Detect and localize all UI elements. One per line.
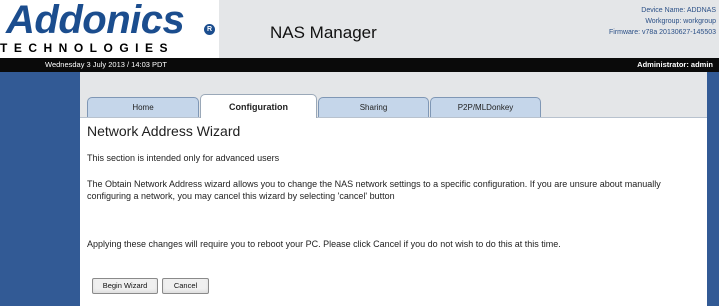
registered-mark-icon: R [204, 24, 215, 35]
tab-home[interactable]: Home [87, 97, 199, 117]
header: Addonics R TECHNOLOGIES NAS Manager Devi… [0, 0, 719, 58]
app-title: NAS Manager [270, 23, 377, 42]
firmware: Firmware: v78a 20130627-145503 [608, 29, 716, 36]
intro-text: This section is intended only for advanc… [87, 153, 280, 163]
workgroup: Workgroup: workgroup [645, 18, 716, 25]
description-text: The Obtain Network Address wizard allows… [87, 179, 661, 201]
logo-wordmark: Addonics [6, 0, 185, 42]
right-sidebar [707, 72, 719, 306]
cancel-button[interactable]: Cancel [162, 278, 209, 294]
tab-configuration[interactable]: Configuration [200, 94, 317, 118]
status-bar: Wednesday 3 July 2013 / 14:03 PDT Admini… [0, 58, 719, 72]
left-sidebar [0, 72, 80, 306]
logo-subtext: TECHNOLOGIES [0, 41, 175, 55]
device-name: Device Name: ADDNAS [641, 7, 716, 14]
device-info: Device Name: ADDNAS Workgroup: workgroup… [588, 5, 716, 38]
reboot-notice: Applying these changes will require you … [87, 239, 561, 249]
tab-p2p-mldonkey[interactable]: P2P/MLDonkey [430, 97, 541, 117]
datetime: Wednesday 3 July 2013 / 14:03 PDT [45, 60, 168, 69]
current-user: Administrator: admin [637, 60, 713, 69]
page-title: Network Address Wizard [87, 123, 241, 139]
addonics-logo: Addonics R TECHNOLOGIES [0, 0, 219, 58]
tab-sharing[interactable]: Sharing [318, 97, 429, 117]
begin-wizard-button[interactable]: Begin Wizard [92, 278, 158, 294]
